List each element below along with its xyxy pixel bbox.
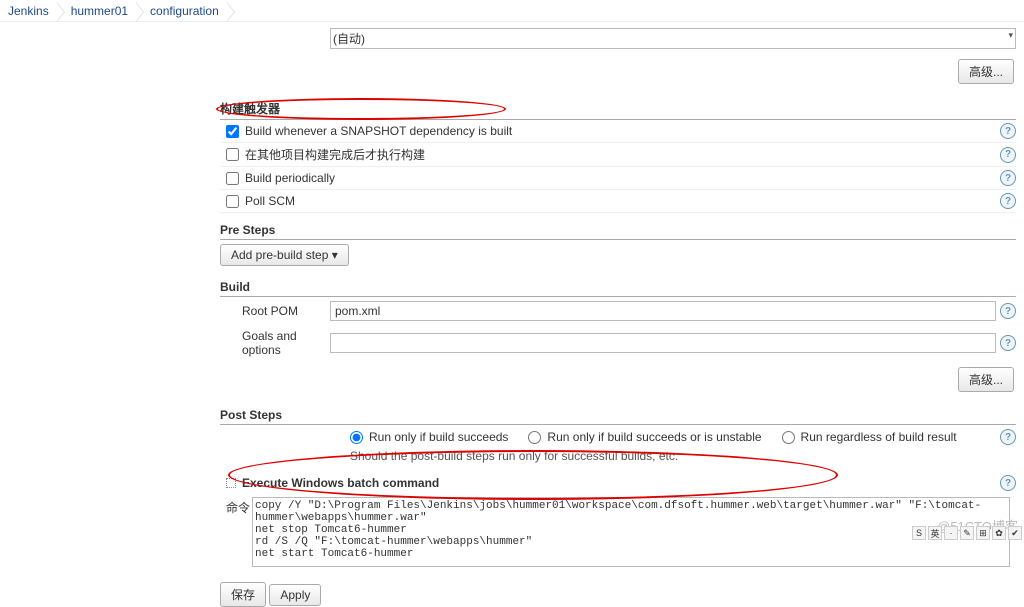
apply-button[interactable]: Apply [269,584,321,606]
help-icon[interactable]: ? [1000,170,1016,186]
help-icon[interactable]: ? [1000,475,1016,491]
breadcrumb: Jenkins hummer01 configuration [0,0,1024,22]
ime-tray: S英·✎⊞✿✔ [912,525,1022,541]
breadcrumb-jenkins[interactable]: Jenkins [4,2,57,20]
help-icon[interactable]: ? [1000,335,1016,351]
breadcrumb-job[interactable]: hummer01 [67,2,136,20]
breadcrumb-config[interactable]: configuration [146,2,227,20]
batch-command-textarea[interactable] [252,497,1010,567]
lbl-after-other: 在其他项目构建完成后才执行构建 [245,146,996,163]
root-pom-input[interactable] [330,301,996,321]
add-prebuild-step-button[interactable]: Add pre-build step ▾ [220,244,349,266]
lbl-radio-regardless: Run regardless of build result [801,430,957,444]
drag-handle-icon[interactable] [226,478,236,488]
help-icon[interactable]: ? [1000,303,1016,319]
presteps-title: Pre Steps [220,219,1016,240]
poststeps-note: Should the post-build steps run only for… [220,447,1016,469]
jdk-select[interactable]: (自动) [330,28,1016,49]
root-pom-label: Root POM [220,304,330,318]
chk-periodic[interactable] [226,172,239,185]
poststeps-title: Post Steps [220,404,1016,425]
radio-succeeds[interactable] [350,431,363,444]
lbl-radio-unstable: Run only if build succeeds or is unstabl… [547,430,761,444]
lbl-radio-succeeds: Run only if build succeeds [369,430,508,444]
radio-regardless[interactable] [782,431,795,444]
chk-pollscm[interactable] [226,195,239,208]
save-button[interactable]: 保存 [220,582,266,607]
exec-batch-title: Execute Windows batch command [242,476,439,490]
cmd-label: 命令 [226,497,252,516]
advanced-button-1[interactable]: 高级... [958,59,1014,84]
help-icon[interactable]: ? [1000,429,1016,445]
help-icon[interactable]: ? [1000,123,1016,139]
config-form: (自动) 高级... 构建触发器 Build whenever a SNAPSH… [220,22,1016,607]
help-icon[interactable]: ? [1000,147,1016,163]
lbl-pollscm: Poll SCM [245,194,996,208]
lbl-periodic: Build periodically [245,171,996,185]
build-title: Build [220,276,1016,297]
goals-input[interactable] [330,333,996,353]
radio-unstable[interactable] [528,431,541,444]
lbl-snapshot: Build whenever a SNAPSHOT dependency is … [245,124,996,138]
goals-label: Goals and options [220,329,330,357]
chk-snapshot[interactable] [226,125,239,138]
help-icon[interactable]: ? [1000,193,1016,209]
advanced-button-2[interactable]: 高级... [958,367,1014,392]
triggers-title: 构建触发器 [220,96,1016,120]
chk-after-other[interactable] [226,148,239,161]
